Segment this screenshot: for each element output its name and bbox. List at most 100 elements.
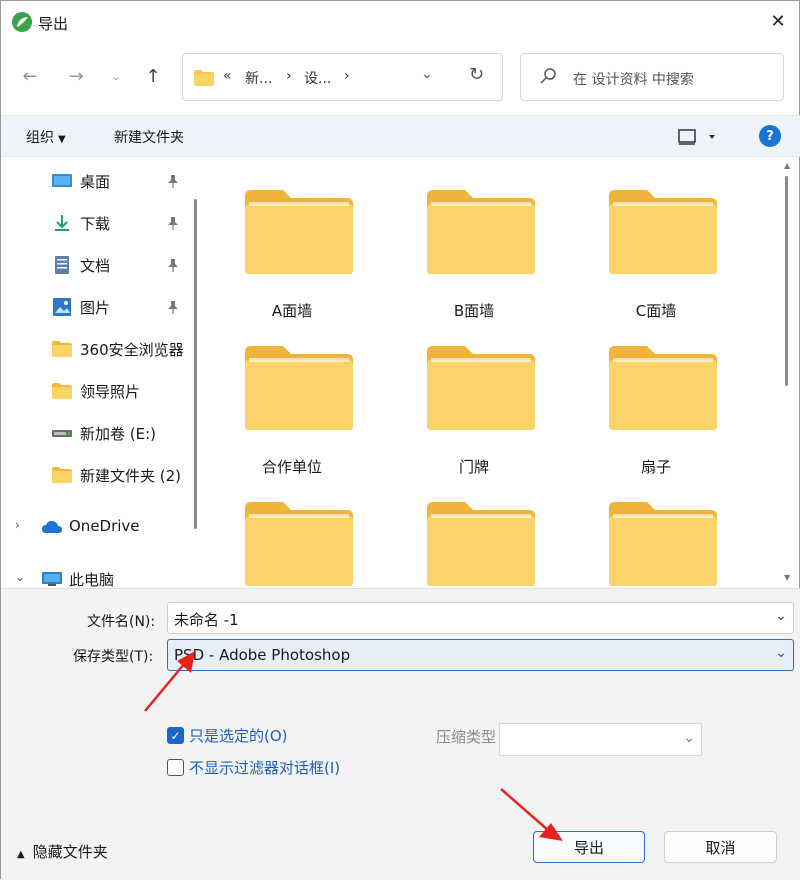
folder-icon xyxy=(427,502,535,586)
computer-icon xyxy=(42,572,62,586)
checkbox-unchecked-icon[interactable] xyxy=(167,759,184,776)
sidebar-scrollbar[interactable] xyxy=(194,199,197,529)
sidebar-item-label: 领导照片 xyxy=(80,383,141,401)
window-title: 导出 xyxy=(38,15,69,33)
new-folder-button[interactable]: 新建文件夹 xyxy=(114,127,184,147)
only-selected-checkbox[interactable]: ✓ 只是选定的(O) xyxy=(167,725,317,747)
folder-tile[interactable]: 合作单位 xyxy=(217,318,367,476)
download-icon xyxy=(55,215,69,231)
command-bar: 组织 ▼ 新建文件夹 ? xyxy=(1,115,800,157)
arrow-right-icon: → xyxy=(68,65,84,87)
app-logo-icon xyxy=(12,12,32,32)
sidebar-item-label: 360安全浏览器 xyxy=(80,341,184,359)
close-icon: ✕ xyxy=(770,10,786,32)
chevron-down-icon: ⌄ xyxy=(683,730,695,746)
sidebar-item-360-browser[interactable]: 360安全浏览器 xyxy=(1,332,196,366)
pin-icon[interactable] xyxy=(167,174,179,188)
address-bar[interactable]: « 新... › 设... › ⌄ ↻ xyxy=(182,53,503,101)
hide-folders-toggle[interactable]: ▲ 隐藏文件夹 xyxy=(17,841,108,862)
folder-icon xyxy=(609,190,717,274)
filetype-select[interactable]: PSD - Adobe Photoshop ⌄ xyxy=(167,639,794,671)
back-button[interactable]: ← xyxy=(15,61,45,91)
close-button[interactable]: ✕ xyxy=(755,1,800,41)
chevron-right-icon[interactable]: › xyxy=(15,518,20,532)
caret-down-icon: ▼ xyxy=(58,134,66,145)
sidebar-item-label: 图片 xyxy=(80,299,111,317)
chevron-down-icon[interactable]: ⌄ xyxy=(15,570,25,584)
document-icon xyxy=(55,256,69,274)
folder-tile[interactable] xyxy=(399,474,549,588)
recent-locations-button[interactable]: ⌄ xyxy=(101,61,131,91)
filename-label: 文件名(N): xyxy=(87,614,156,630)
breadcrumb-segment[interactable]: 新... xyxy=(245,68,272,88)
folder-tile[interactable]: C面墙 xyxy=(581,162,731,320)
sidebar-item-pictures[interactable]: 图片 xyxy=(1,290,196,324)
address-history-dropdown[interactable]: ⌄ xyxy=(421,66,433,82)
pictures-icon xyxy=(53,298,71,316)
sidebar-item-downloads[interactable]: 下载 xyxy=(1,206,196,240)
pin-icon[interactable] xyxy=(167,258,179,272)
refresh-icon: ↻ xyxy=(469,64,485,85)
folder-tile[interactable] xyxy=(217,474,367,588)
folder-tile[interactable]: B面墙 xyxy=(399,162,549,320)
breadcrumb-segment[interactable]: 设... xyxy=(304,68,331,88)
chevron-down-icon[interactable]: ⌄ xyxy=(775,608,787,624)
no-filter-dialog-checkbox[interactable]: 不显示过滤器对话框(I) xyxy=(167,757,367,779)
file-list-scrollbar[interactable] xyxy=(782,158,794,588)
sidebar-item-label: 新加卷 (E:) xyxy=(80,425,157,443)
checkbox-checked-icon[interactable]: ✓ xyxy=(167,727,184,744)
pin-icon[interactable] xyxy=(167,216,179,230)
compress-type-label: 压缩类型 xyxy=(436,728,497,746)
file-list: A面墙 B面墙 C面墙 合作单位 门牌 扇子 xyxy=(208,158,781,588)
sidebar-item-label: 下载 xyxy=(80,215,111,233)
sidebar-item-leader-photos[interactable]: 领导照片 xyxy=(1,374,196,408)
folder-icon xyxy=(245,502,353,586)
export-button[interactable]: 导出 xyxy=(533,831,645,863)
sidebar-item-label: 桌面 xyxy=(80,173,111,191)
only-selected-label: 只是选定的(O) xyxy=(189,727,288,745)
up-button[interactable]: ↑ xyxy=(138,61,168,91)
scroll-up-icon[interactable]: ▲ xyxy=(784,161,790,170)
folder-icon xyxy=(427,190,535,274)
filename-field[interactable]: 未命名 -1 ⌄ xyxy=(167,602,794,634)
sidebar-item-onedrive[interactable]: › OneDrive xyxy=(1,510,196,544)
cancel-button[interactable]: 取消 xyxy=(664,831,777,863)
pin-icon[interactable] xyxy=(167,300,179,314)
breadcrumb-separator[interactable]: › xyxy=(286,68,292,84)
export-dialog: 导出 ✕ ← → ⌄ ↑ « 新... › 设... › ⌄ ↻ 在 设计资料 … xyxy=(0,0,800,880)
sidebar-item-new-folder-2[interactable]: 新建文件夹 (2) xyxy=(1,458,196,492)
folder-icon xyxy=(609,346,717,430)
sidebar-item-label: 此电脑 xyxy=(69,571,115,588)
arrow-left-icon: ← xyxy=(22,65,38,87)
sidebar-item-documents[interactable]: 文档 xyxy=(1,248,196,282)
drive-icon xyxy=(52,430,72,437)
change-view-button[interactable] xyxy=(678,126,722,148)
forward-button[interactable]: → xyxy=(61,61,91,91)
organize-label: 组织 xyxy=(26,130,54,146)
refresh-button[interactable]: ↻ xyxy=(469,64,484,85)
sidebar-item-drive-e[interactable]: 新加卷 (E:) xyxy=(1,416,196,450)
no-filter-dialog-label: 不显示过滤器对话框(I) xyxy=(189,759,341,777)
scrollbar-thumb[interactable] xyxy=(785,176,788,386)
help-button[interactable]: ? xyxy=(759,125,781,147)
navigation-bar: ← → ⌄ ↑ « 新... › 设... › ⌄ ↻ 在 设计资料 中搜索 xyxy=(1,53,800,103)
organize-menu-button[interactable]: 组织 ▼ xyxy=(26,127,66,147)
folder-tile[interactable]: A面墙 xyxy=(217,162,367,320)
folder-tile[interactable] xyxy=(581,474,731,588)
desktop-icon xyxy=(52,174,72,187)
scroll-down-icon[interactable]: ▼ xyxy=(784,573,790,582)
folder-tile[interactable]: 门牌 xyxy=(399,318,549,476)
sidebar-item-this-pc[interactable]: ⌄ 此电脑 xyxy=(1,562,196,588)
folder-icon xyxy=(52,467,72,483)
view-icon xyxy=(678,129,715,145)
sidebar-item-label: OneDrive xyxy=(69,517,140,535)
sidebar-item-desktop[interactable]: 桌面 xyxy=(1,164,196,198)
search-input[interactable]: 在 设计资料 中搜索 xyxy=(520,53,784,101)
folder-tile[interactable]: 扇子 xyxy=(581,318,731,476)
hide-folders-label: 隐藏文件夹 xyxy=(32,843,108,861)
search-icon xyxy=(540,68,556,84)
breadcrumb-overflow[interactable]: « xyxy=(223,68,232,84)
folder-icon xyxy=(427,346,535,430)
breadcrumb-separator[interactable]: › xyxy=(344,68,350,84)
help-icon: ? xyxy=(766,128,774,144)
